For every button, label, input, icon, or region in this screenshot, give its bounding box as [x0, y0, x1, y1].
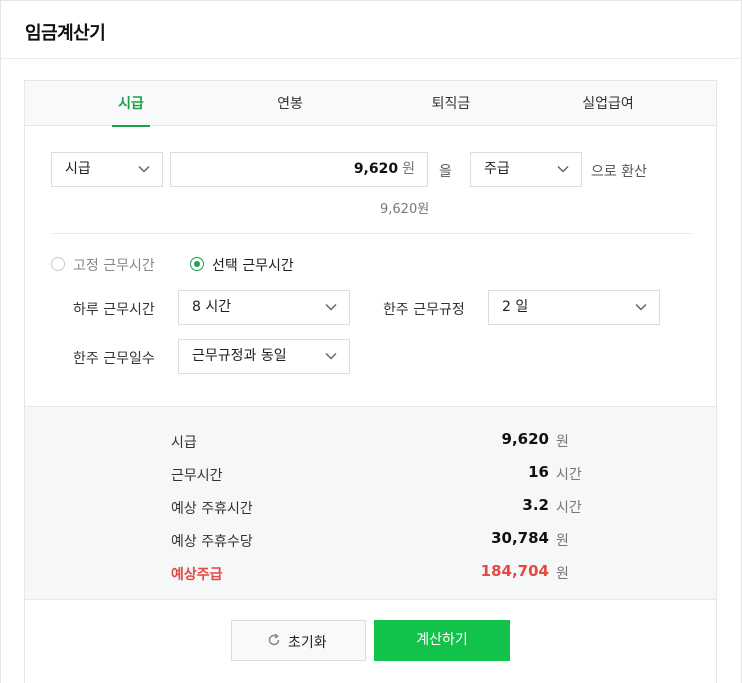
wage-calculator-widget: 임금계산기 시급 연봉 퇴직금 실업급여 시급 9,620 원 을 주급 으로 환…	[0, 0, 742, 683]
amount-value: 9,620	[353, 161, 399, 177]
tab-bar: 시급 연봉 퇴직금 실업급여	[25, 81, 716, 127]
weekly-days-label: 한주 근무일수	[73, 351, 155, 367]
result-value: 30,784	[491, 529, 549, 547]
convert-suffix: 으로 환산	[591, 164, 647, 180]
weekly-days-select[interactable]: 근무규정과 동일	[178, 339, 350, 374]
chevron-down-icon	[635, 303, 647, 311]
amount-unit: 원	[402, 161, 415, 177]
calculator-card: 시급 연봉 퇴직금 실업급여 시급 9,620 원 을 주급 으로 환산 9,62…	[24, 80, 717, 683]
weekly-rule-select[interactable]: 2 일	[488, 290, 660, 325]
chevron-down-icon	[138, 165, 150, 173]
chevron-down-icon	[325, 352, 337, 360]
results-panel: 시급 9,620 원 근무시간 16 시간 예상 주휴시간 3.2 시간 예상 …	[25, 406, 716, 600]
tab-unemployment[interactable]: 실업급여	[575, 81, 641, 126]
daily-hours-select[interactable]: 8 시간	[178, 290, 350, 325]
radio-unchecked-icon	[51, 257, 65, 271]
tab-annual[interactable]: 연봉	[269, 81, 311, 126]
reset-label: 초기화	[288, 635, 327, 651]
weekly-days-value: 근무규정과 동일	[192, 348, 287, 364]
tab-hourly[interactable]: 시급	[112, 81, 150, 127]
result-label: 시급	[171, 435, 197, 451]
result-unit: 원	[556, 566, 569, 582]
chevron-down-icon	[325, 303, 337, 311]
amount-input[interactable]: 9,620 원	[170, 152, 428, 187]
result-value: 184,704	[480, 562, 549, 580]
result-unit: 시간	[556, 467, 582, 483]
chevron-down-icon	[557, 165, 569, 173]
result-label: 근무시간	[171, 468, 223, 484]
weekly-rule-label: 한주 근무규정	[383, 302, 465, 318]
from-unit-value: 시급	[65, 161, 91, 177]
app-title: 임금계산기	[25, 23, 106, 44]
radio-selected-label: 선택 근무시간	[212, 258, 294, 274]
result-value: 9,620	[501, 430, 549, 448]
reset-button[interactable]: 초기화	[231, 620, 366, 661]
converted-amount: 9,620원	[380, 202, 430, 217]
refresh-icon	[267, 633, 281, 647]
result-unit: 원	[556, 533, 569, 549]
to-unit-select[interactable]: 주급	[470, 152, 582, 187]
daily-hours-value: 8 시간	[192, 299, 232, 315]
radio-fixed-label: 고정 근무시간	[73, 258, 155, 274]
weekly-rule-value: 2 일	[502, 299, 529, 315]
result-label: 예상 주휴시간	[171, 501, 253, 517]
result-unit: 원	[556, 434, 569, 450]
result-label: 예상주급	[171, 567, 223, 583]
radio-checked-icon	[190, 257, 204, 271]
title-divider	[1, 58, 741, 59]
calculate-button[interactable]: 계산하기	[374, 620, 510, 661]
result-value: 3.2	[522, 496, 549, 514]
to-unit-value: 주급	[484, 161, 510, 177]
from-unit-select[interactable]: 시급	[51, 152, 163, 187]
object-particle: 을	[439, 164, 452, 180]
section-divider	[51, 233, 692, 234]
tab-severance[interactable]: 퇴직금	[425, 81, 477, 126]
daily-hours-label: 하루 근무시간	[73, 302, 155, 318]
result-value: 16	[528, 463, 549, 481]
result-unit: 시간	[556, 500, 582, 516]
result-label: 예상 주휴수당	[171, 534, 253, 550]
